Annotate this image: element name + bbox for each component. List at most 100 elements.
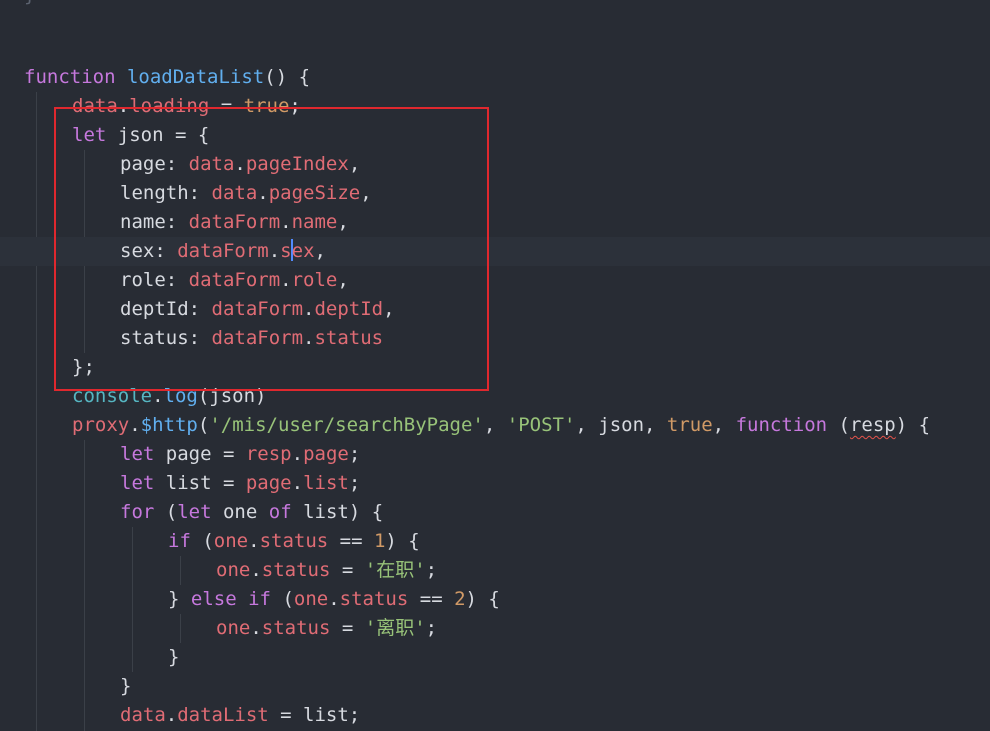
code-token: }: [120, 675, 132, 697]
code-token: let: [120, 472, 155, 494]
code-token: list: [303, 472, 349, 494]
code-token: .: [280, 269, 292, 291]
code-token: data: [188, 153, 235, 175]
code-token: .: [152, 385, 164, 407]
code-token: role:: [120, 269, 189, 291]
code-token: status: [259, 530, 329, 552]
code-token: status: [261, 559, 331, 581]
code-token: dataForm: [188, 269, 281, 291]
code-token: (json): [197, 385, 267, 407]
code-token: data: [72, 95, 118, 117]
code-line[interactable]: role: dataForm.role,: [0, 266, 990, 295]
code-token: .: [280, 211, 292, 233]
code-token: json = {: [106, 124, 210, 146]
code-line[interactable]: data.dataList = list;: [0, 701, 990, 730]
code-line[interactable]: for (let one of list) {: [0, 498, 990, 527]
code-line[interactable]: console.log(json): [0, 382, 990, 411]
code-line[interactable]: } else if (one.status == 2) {: [0, 585, 990, 614]
code-line[interactable]: function loadDataList() {: [0, 63, 990, 92]
code-token: ;: [289, 95, 301, 117]
code-token: 2: [454, 588, 466, 610]
code-token: ==: [328, 530, 374, 552]
code-token: one: [293, 588, 329, 610]
code-token: one: [211, 501, 269, 523]
code-token: () {: [264, 66, 311, 88]
code-token: ,: [383, 298, 395, 320]
code-line[interactable]: deptId: dataForm.deptId,: [0, 295, 990, 324]
code-token: page:: [120, 153, 189, 175]
code-line[interactable]: one.status = '离职';: [0, 614, 990, 643]
code-token: let: [120, 443, 155, 465]
code-token: .: [250, 617, 262, 639]
code-token: resp: [849, 414, 896, 436]
code-editor[interactable]: } function loadDataList() {data.loading …: [0, 0, 990, 731]
code-line[interactable]: sex: dataForm.sex,: [0, 237, 990, 266]
code-token: =: [330, 617, 365, 639]
code-token: .: [303, 327, 315, 349]
code-token: .: [257, 182, 269, 204]
code-token: resp: [245, 443, 292, 465]
code-line[interactable]: one.status = '在职';: [0, 556, 990, 585]
code-token: }: [168, 588, 191, 610]
code-token: ,: [483, 414, 507, 436]
code-line[interactable]: length: data.pageSize,: [0, 179, 990, 208]
code-token: =: [209, 95, 244, 117]
code-token: (: [827, 414, 850, 436]
code-token: role: [291, 269, 338, 291]
code-token: '/mis/user/searchByPage': [209, 414, 484, 436]
code-line[interactable]: name: dataForm.name,: [0, 208, 990, 237]
code-line[interactable]: if (one.status == 1) {: [0, 527, 990, 556]
code-token: dataForm: [188, 211, 281, 233]
code-token: (: [190, 530, 214, 552]
code-line[interactable]: page: data.pageIndex,: [0, 150, 990, 179]
code-token: dataForm: [211, 327, 304, 349]
code-token: let: [72, 124, 107, 146]
code-line[interactable]: let list = page.list;: [0, 469, 990, 498]
code-token: else: [190, 588, 237, 610]
code-token: status: [339, 588, 409, 610]
code-fragment-top: }: [24, 0, 35, 6]
code-token: = list;: [268, 704, 361, 726]
code-token: sex:: [120, 240, 178, 262]
code-token: page: [303, 443, 349, 465]
code-token: let: [177, 501, 212, 523]
code-token: .: [291, 443, 304, 465]
code-token: (: [271, 588, 294, 610]
code-token: ,: [337, 211, 349, 233]
code-line[interactable]: status: dataForm.status: [0, 324, 990, 353]
code-line[interactable]: proxy.$http('/mis/user/searchByPage', 'P…: [0, 411, 990, 440]
code-line[interactable]: data.loading = true;: [0, 92, 990, 121]
code-token: ,: [360, 182, 372, 204]
code-token: of: [268, 501, 292, 523]
code-token: log: [163, 385, 198, 407]
code-line[interactable]: }: [0, 643, 990, 672]
code-token: .: [129, 414, 141, 436]
code-token: .: [248, 530, 260, 552]
code-token: =: [330, 559, 365, 581]
code-token: .: [268, 240, 281, 262]
code-token: loadDataList: [126, 66, 265, 88]
code-token: 1: [373, 530, 386, 552]
code-token: if: [168, 530, 191, 552]
code-token: deptId:: [120, 298, 212, 320]
code-token: list) {: [291, 501, 384, 523]
code-token: ,: [314, 240, 326, 262]
code-line[interactable]: let json = {: [0, 121, 990, 150]
code-line[interactable]: }: [0, 672, 990, 701]
code-token: .: [250, 559, 262, 581]
code-token: ;: [348, 472, 361, 494]
code-token: $http: [140, 414, 198, 436]
code-token: if: [248, 588, 271, 610]
code-token: ,: [348, 153, 361, 175]
code-line[interactable]: let page = resp.page;: [0, 440, 990, 469]
code-token: data: [120, 704, 166, 726]
code-token: ,: [712, 414, 736, 436]
code-token: for: [120, 501, 155, 523]
code-token: function: [735, 414, 828, 436]
code-token: one: [213, 530, 249, 552]
code-line[interactable]: };: [0, 353, 990, 382]
code-token: length:: [120, 182, 212, 204]
code-token: .: [328, 588, 340, 610]
